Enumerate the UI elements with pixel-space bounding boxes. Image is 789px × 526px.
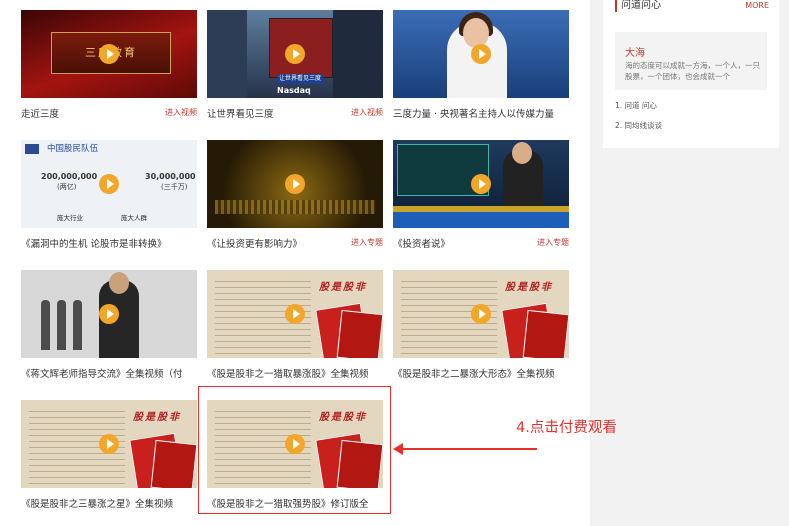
sidebar-panel: 问道问心 MORE 大海 海的态度可以成就一方海，一个人，一只股票，一个团体，也… xyxy=(603,0,779,148)
book-cover xyxy=(522,309,569,358)
video-thumbnail[interactable] xyxy=(207,140,383,228)
video-card[interactable]: 三度教育 走近三度 进入视频 xyxy=(21,10,197,120)
thumb-number: 200,000,000 xyxy=(41,172,98,181)
video-card[interactable]: 股是股非 《股是股非之三暴涨之星》全集视频 xyxy=(21,400,197,510)
thumb-number: 30,000,000 xyxy=(145,172,196,181)
video-card[interactable]: 让世界看见三度 Nasdaq 让世界看见三度 进入视频 xyxy=(207,10,383,120)
play-icon[interactable] xyxy=(99,304,119,324)
video-card[interactable]: 股是股非 《股是股非之一猎取暴涨股》全集视频 xyxy=(207,270,383,380)
video-title[interactable]: 《股是股非之二暴涨大形态》全集视频 xyxy=(393,366,569,380)
video-thumbnail[interactable]: 三度教育 xyxy=(21,10,197,98)
building xyxy=(333,10,383,98)
speaker-face xyxy=(512,142,532,164)
enter-video-link[interactable]: 进入视频 xyxy=(163,107,197,118)
enter-video-link[interactable]: 进入视频 xyxy=(349,107,383,118)
play-icon[interactable] xyxy=(471,174,491,194)
featured-description: 海的态度可以成就一方海，一个人，一只股票，一个团体，也会成就一个 xyxy=(625,61,760,81)
video-title[interactable]: 三度力量 · 央视著名主持人以传媒力量 xyxy=(393,106,569,120)
video-thumbnail[interactable] xyxy=(21,270,197,358)
video-card[interactable]: 三度力量 · 央视著名主持人以传媒力量 xyxy=(393,10,569,120)
video-title[interactable]: 《股是股非之一猎取暴涨股》全集视频 xyxy=(207,366,383,380)
billboard-text: 让世界看见三度 xyxy=(277,74,323,84)
video-title[interactable]: 《蒋文辉老师指导交流》全集视频（付 xyxy=(21,366,197,380)
video-thumbnail[interactable]: 股是股非 xyxy=(207,270,383,358)
building xyxy=(207,10,247,98)
video-card[interactable]: 《让投资更有影响力》 进入专题 xyxy=(207,140,383,250)
logo-icon xyxy=(25,144,39,154)
silhouette xyxy=(41,300,50,350)
play-icon[interactable] xyxy=(285,44,305,64)
video-thumbnail[interactable]: 让世界看见三度 Nasdaq xyxy=(207,10,383,98)
news-ticker xyxy=(393,206,569,228)
play-icon[interactable] xyxy=(285,304,305,324)
book-cover xyxy=(150,439,197,488)
sidebar-heading: 问道问心 xyxy=(615,0,661,12)
enter-topic-link[interactable]: 进入专题 xyxy=(535,237,569,248)
sidebar-list-item[interactable]: 2. 同均线谈谈 xyxy=(615,120,662,131)
play-icon[interactable] xyxy=(99,44,119,64)
highlight-box xyxy=(198,386,391,514)
ticker-graphic xyxy=(215,200,375,214)
featured-title[interactable]: 大海 xyxy=(625,44,645,59)
silhouette xyxy=(57,300,66,350)
thumb-title: 中国股民队伍 xyxy=(47,144,99,154)
thumb-title: 股是股非 xyxy=(505,282,553,293)
video-card[interactable]: 股是股非 《股是股非之二暴涨大形态》全集视频 xyxy=(393,270,569,380)
enter-topic-link[interactable]: 进入专题 xyxy=(349,237,383,248)
video-thumbnail[interactable]: 股是股非 xyxy=(393,270,569,358)
book-cover xyxy=(336,309,383,358)
nasdaq-logo: Nasdaq xyxy=(277,86,311,95)
play-icon[interactable] xyxy=(471,304,491,324)
arrow-icon xyxy=(393,443,537,455)
video-card[interactable]: 中国股民队伍 200,000,000 (两亿) 30,000,000 (三千万)… xyxy=(21,140,197,250)
thumb-title: 股是股非 xyxy=(133,412,181,423)
video-thumbnail[interactable] xyxy=(393,140,569,228)
video-title[interactable]: 《漏洞中的生机 论股市是非转换》 xyxy=(21,236,197,250)
silhouette xyxy=(73,300,82,350)
video-title[interactable]: 《股是股非之三暴涨之星》全集视频 xyxy=(21,496,197,510)
video-thumbnail[interactable]: 股是股非 xyxy=(21,400,197,488)
video-card[interactable]: 《投资者说》 进入专题 xyxy=(393,140,569,250)
video-thumbnail[interactable] xyxy=(393,10,569,98)
featured-article[interactable]: 大海 海的态度可以成就一方海，一个人，一只股票，一个团体，也会成就一个 xyxy=(615,32,767,90)
more-link[interactable]: MORE xyxy=(745,1,769,10)
host-face xyxy=(463,18,489,48)
speaker-face xyxy=(109,272,129,294)
video-thumbnail[interactable]: 中国股民队伍 200,000,000 (两亿) 30,000,000 (三千万)… xyxy=(21,140,197,228)
play-icon[interactable] xyxy=(99,174,119,194)
thumb-label: 庞大行业 xyxy=(57,214,83,222)
annotation-text: 4.点击付费观看 xyxy=(516,420,617,436)
thumb-sub: (两亿) xyxy=(57,183,77,191)
sidebar-list-item[interactable]: 1. 问道 问心 xyxy=(615,100,657,111)
thumb-sub: (三千万) xyxy=(161,183,188,191)
video-card[interactable]: 《蒋文辉老师指导交流》全集视频（付 xyxy=(21,270,197,380)
play-icon[interactable] xyxy=(471,44,491,64)
play-icon[interactable] xyxy=(285,174,305,194)
play-icon[interactable] xyxy=(99,434,119,454)
thumb-title: 股是股非 xyxy=(319,282,367,293)
thumb-label: 庞大人群 xyxy=(121,214,147,222)
